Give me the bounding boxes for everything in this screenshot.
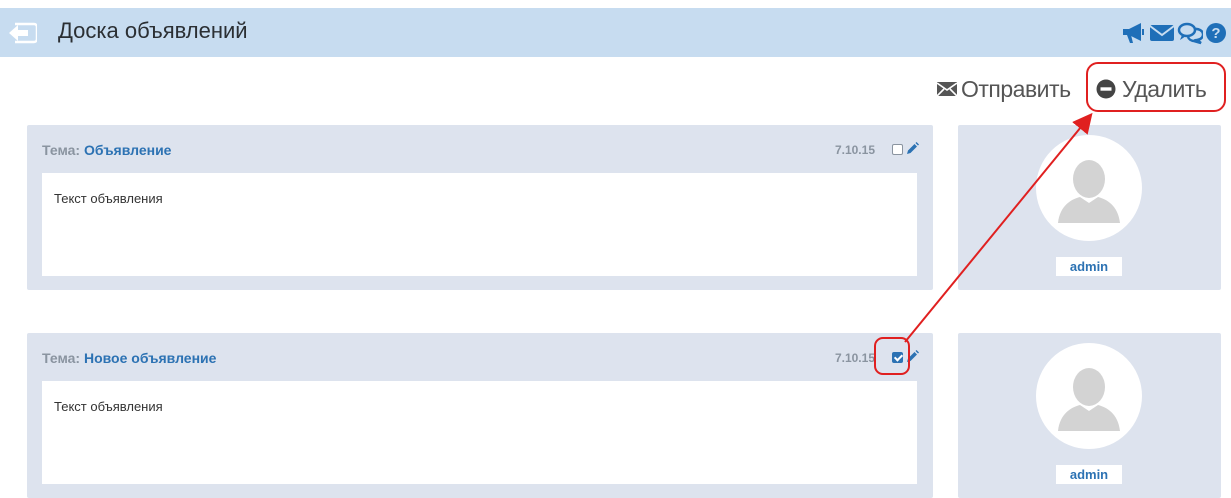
page-title: Доска объявлений [58, 18, 248, 43]
post-header: Тема: Объявление [42, 142, 171, 158]
envelope-icon [937, 82, 957, 97]
envelope-icon[interactable] [1149, 20, 1175, 46]
avatar [1036, 135, 1142, 241]
post-body: Текст объявления [42, 173, 917, 276]
post-card: Тема: Новое объявление 7.10.15 Текст объ… [27, 333, 933, 498]
pencil-icon[interactable] [906, 142, 919, 155]
post-card: Тема: Объявление 7.10.15 Текст объявлени… [27, 125, 933, 290]
help-icon[interactable]: ? [1205, 20, 1231, 46]
author-name-link[interactable]: admin [1056, 465, 1122, 484]
post-date: 7.10.15 [834, 143, 875, 157]
author-name-link[interactable]: admin [1056, 257, 1122, 276]
header-icons: ? [1121, 20, 1231, 46]
post-text: Текст объявления [54, 399, 163, 414]
author-card: admin [958, 333, 1221, 498]
post-subject-link[interactable]: Новое объявление [84, 350, 216, 366]
action-toolbar: Отправить Удалить [0, 74, 1231, 104]
subject-label: Тема: [42, 142, 81, 158]
avatar [1036, 343, 1142, 449]
header-bar: Доска объявлений ? [0, 8, 1231, 57]
author-card: admin [958, 125, 1221, 290]
user-placeholder-icon [1058, 160, 1120, 223]
megaphone-icon[interactable] [1121, 20, 1147, 46]
subject-label: Тема: [42, 350, 81, 366]
chat-icon[interactable] [1177, 20, 1205, 46]
post-text: Текст объявления [54, 191, 163, 206]
highlight-delete-annotation [1086, 62, 1226, 112]
send-button[interactable]: Отправить [937, 74, 1071, 104]
highlight-checkbox-annotation [874, 337, 910, 375]
post-date: 7.10.15 [834, 351, 875, 365]
user-placeholder-icon [1058, 368, 1120, 431]
post-subject-link[interactable]: Объявление [84, 142, 172, 158]
send-label: Отправить [961, 75, 1071, 102]
post-header: Тема: Новое объявление [42, 350, 216, 366]
svg-text:?: ? [1211, 25, 1220, 42]
back-arrow-icon[interactable] [7, 21, 39, 45]
post-select-checkbox[interactable] [892, 144, 903, 155]
post-body: Текст объявления [42, 381, 917, 484]
